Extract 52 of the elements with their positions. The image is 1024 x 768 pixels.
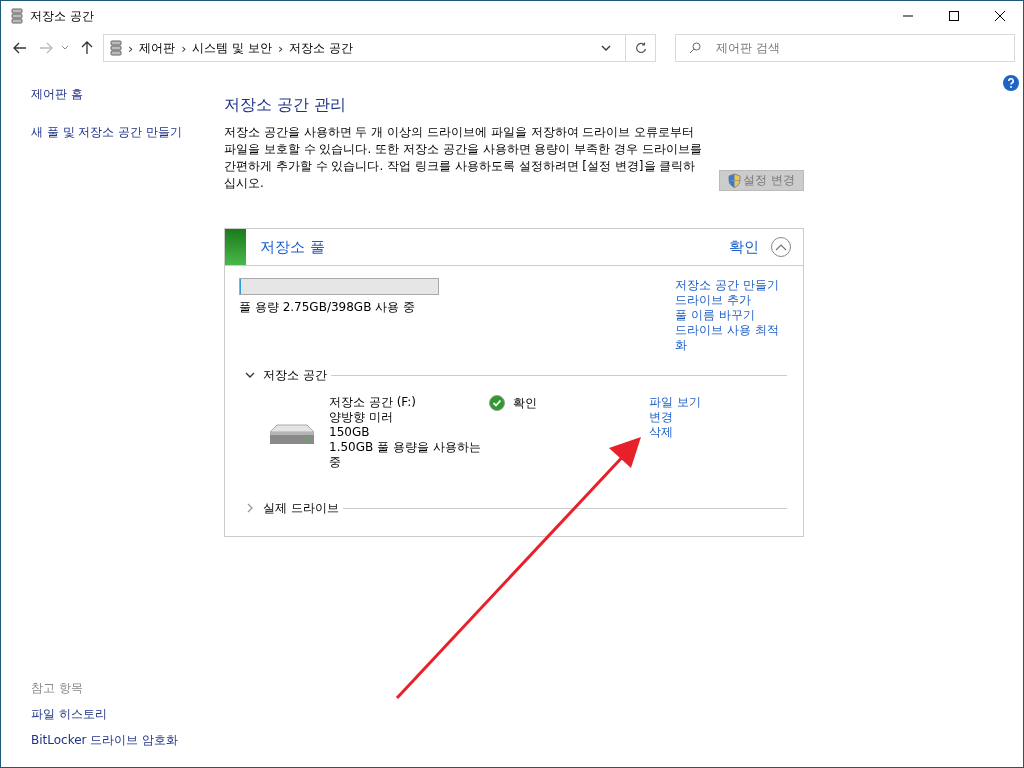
see-also-heading: 참고 항목: [31, 680, 84, 697]
space-name: 저장소 공간 (F:): [329, 395, 417, 410]
breadcrumb[interactable]: 제어판: [139, 39, 176, 57]
space-size: 150GB: [329, 425, 371, 440]
page-heading: 저장소 공간 관리: [224, 95, 348, 116]
dropdown-chevron-icon[interactable]: [601, 45, 611, 51]
pool-title: 저장소 풀: [260, 237, 325, 257]
space-action-link[interactable]: 파일 보기: [649, 395, 761, 410]
breadcrumb-separator: ›: [128, 40, 134, 56]
help-icon[interactable]: [1003, 75, 1019, 91]
shield-icon: [728, 173, 742, 188]
pool-status: 확인: [729, 237, 759, 257]
see-also-link[interactable]: 파일 히스토리: [31, 706, 224, 723]
section-title[interactable]: 실제 드라이브: [263, 499, 339, 517]
pool-usage-text: 풀 용량 2.75GB/398GB 사용 중: [239, 300, 416, 315]
window-title: 저장소 공간: [30, 7, 94, 25]
recent-dropdown-icon[interactable]: [61, 45, 69, 51]
up-arrow-icon[interactable]: [81, 41, 93, 55]
space-action-link[interactable]: 삭제: [649, 425, 761, 440]
sidebar-link[interactable]: 제어판 홈: [31, 86, 224, 103]
back-arrow-icon[interactable]: [13, 42, 27, 54]
sidebar-link[interactable]: 새 풀 및 저장소 공간 만들기: [31, 124, 224, 141]
storage-stack-icon: [11, 8, 23, 24]
pool-status-bar: [225, 229, 246, 265]
section-title[interactable]: 저장소 공간: [263, 366, 327, 384]
see-also-link[interactable]: BitLocker 드라이브 암호화: [31, 732, 224, 749]
breadcrumb[interactable]: 저장소 공간: [289, 39, 354, 57]
pool-action-link[interactable]: 저장소 공간 만들기: [675, 278, 787, 293]
chevron-up-icon: [775, 243, 787, 251]
hard-drive-icon: [269, 423, 315, 445]
chevron-down-icon[interactable]: [245, 370, 255, 380]
pool-action-link[interactable]: 드라이브 사용 최적화: [675, 323, 787, 353]
space-status: 확인: [513, 395, 537, 411]
space-action-link[interactable]: 변경: [649, 410, 761, 425]
breadcrumb-separator: ›: [181, 40, 187, 56]
collapse-button[interactable]: [771, 237, 791, 257]
search-icon: [689, 42, 701, 54]
space-resiliency: 양방향 미러: [329, 410, 394, 425]
description-text: 저장소 공간을 사용하면 두 개 이상의 드라이브에 파일을 저장하여 드라이브 오류로부터 파일을 보호할 수 있습니다. 또한 저장소 공간을 사용하면 용량이 부족한 경우 드라이브를 간편하게 추가할 수 있습니다. 작업 링크를 사용하도록 설정하려면 [설정 변경]을 클릭하십시오.: [224, 124, 703, 192]
space-usage: 1.50GB 풀 용량을 사용하는 중: [329, 440, 482, 470]
refresh-icon: [634, 42, 647, 54]
search-field[interactable]: 제어판 검색: [675, 34, 1015, 62]
address-bar[interactable]: › 제어판 › 시스템 및 보안 › 저장소 공간: [103, 34, 656, 62]
maximize-icon: [949, 11, 959, 21]
storage-stack-icon: [110, 40, 122, 56]
pool-action-link[interactable]: 드라이브 추가: [675, 293, 787, 308]
close-icon: [995, 11, 1005, 21]
checkmark-icon: [489, 395, 505, 411]
breadcrumb-separator: ›: [278, 40, 284, 56]
pool-action-link[interactable]: 풀 이름 바꾸기: [675, 308, 787, 323]
chevron-right-icon[interactable]: [245, 503, 255, 513]
breadcrumb[interactable]: 시스템 및 보안: [192, 39, 273, 57]
